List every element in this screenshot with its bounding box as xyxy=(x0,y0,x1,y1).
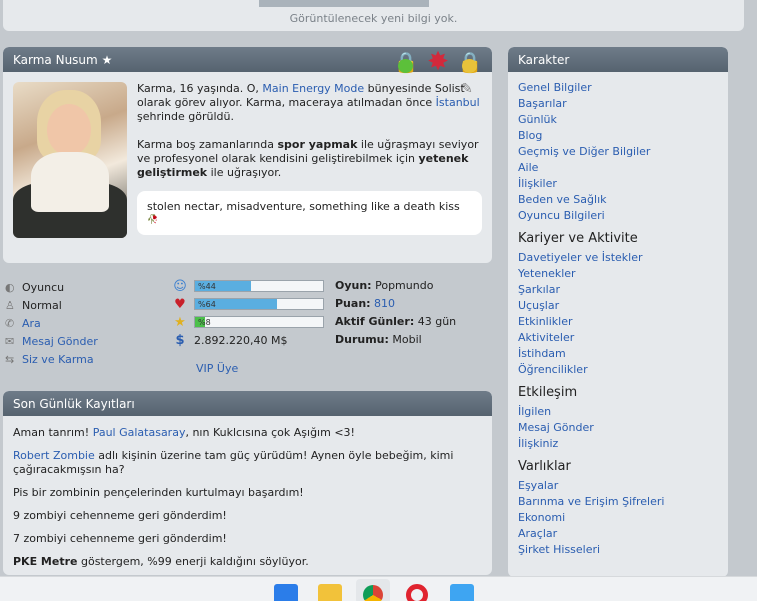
info-game: Oyun: Popmundo xyxy=(335,279,434,292)
bio-paragraph-1: Karma, 16 yaşında. O, Main Energy Mode b… xyxy=(137,82,480,123)
vip-link[interactable]: VIP Üye xyxy=(196,362,238,375)
chrome-icon[interactable] xyxy=(356,579,390,601)
phone-icon: ✆ xyxy=(5,316,15,330)
sidebar-section-title: Varlıklar xyxy=(518,459,571,474)
sidebar-section-title: Etkileşim xyxy=(518,385,578,400)
sidebar-link[interactable]: İlgilen xyxy=(518,404,718,420)
sidebar-link[interactable]: Eşyalar xyxy=(518,478,718,494)
player-link[interactable]: Paul Galatasaray xyxy=(93,426,186,439)
smiley-icon: ☺ xyxy=(173,278,187,294)
diary-panel: Son Günlük Kayıtları Aman tanrım! Paul G… xyxy=(3,391,492,575)
sidebar-link[interactable]: Etkinlikler xyxy=(518,314,718,330)
stat-player: ◐ Oyuncu xyxy=(5,280,65,294)
stat-normal: ♙ Normal xyxy=(5,298,62,312)
sidebar-link[interactable]: Aktiviteler xyxy=(518,330,718,346)
sidebar-link[interactable]: Günlük xyxy=(518,112,718,128)
star-bar-row: ★ %8 xyxy=(170,313,324,331)
star-bar: %8 xyxy=(194,316,324,328)
sidebar-link[interactable]: Araçlar xyxy=(518,526,718,542)
rose-icon: 🥀 xyxy=(147,215,159,225)
band-link[interactable]: Main Energy Mode xyxy=(262,82,364,95)
sidebar-link[interactable]: Şarkılar xyxy=(518,282,718,298)
person-icon: ♙ xyxy=(5,298,15,312)
diary-entry: 7 zombiyi cehenneme geri gönderdim! xyxy=(13,532,227,545)
mood-bar: %44 xyxy=(194,280,324,292)
send-message-link[interactable]: ✉ Mesaj Gönder xyxy=(5,332,98,350)
info-points: Puan: 810 xyxy=(335,297,396,310)
relationship-link[interactable]: ⇆ Siz ve Karma xyxy=(5,350,98,368)
sidebar-link[interactable]: Aile xyxy=(518,160,718,176)
character-sidebar: Karakter Genel Bilgiler Başarılar Günlük Bl… xyxy=(508,47,728,577)
diary-entry: Pis bir zombinin pençelerinden kurtulmay… xyxy=(13,486,304,499)
money-row: $ 2.892.220,40 M$ xyxy=(170,331,324,349)
profile-title: Karma Nusum xyxy=(13,53,98,67)
lock-green-icon[interactable]: 🔒 xyxy=(392,47,420,77)
app-icon[interactable] xyxy=(450,584,474,601)
diary-entry: PKE Metre göstergem, %99 enerji kaldığın… xyxy=(13,555,309,568)
sidebar-link[interactable]: Mesaj Gönder xyxy=(518,420,718,436)
sidebar-header: Karakter xyxy=(508,47,728,72)
active-tab-indicator xyxy=(259,0,429,7)
sidebar-link[interactable]: İstihdam xyxy=(518,346,718,362)
health-bar: %64 xyxy=(194,298,324,310)
status-bars: ☺ %44 ♥ %64 ★ %8 $ 2.892.220,40 M$ xyxy=(170,277,324,349)
file-explorer-icon[interactable] xyxy=(318,584,342,601)
player-link[interactable]: Robert Zombie xyxy=(13,449,95,462)
sidebar-link[interactable]: Uçuşlar xyxy=(518,298,718,314)
profile-bio: Karma, 16 yaşında. O, Main Energy Mode b… xyxy=(137,82,482,194)
sidebar-link[interactable]: İlişkiler xyxy=(518,176,718,192)
sidebar-link[interactable]: Beden ve Sağlık xyxy=(518,192,718,208)
sidebar-link[interactable]: Genel Bilgiler xyxy=(518,80,718,96)
star-icon: ★ xyxy=(101,53,113,67)
envelope-icon: ✉ xyxy=(5,334,15,348)
sidebar-section-title: Kariyer ve Aktivite xyxy=(518,231,638,246)
heart-icon: ♥ xyxy=(174,296,186,312)
sidebar-link[interactable]: İlişkiniz xyxy=(518,436,718,452)
city-link[interactable]: İstanbul xyxy=(436,96,480,109)
player-info: Oyun: Popmundo Puan: 810 Aktif Günler: 4… xyxy=(335,277,456,349)
swap-icon: ⇆ xyxy=(5,352,15,366)
opera-icon[interactable] xyxy=(406,584,428,601)
call-link[interactable]: ✆ Ara xyxy=(5,314,98,332)
taskbar xyxy=(0,576,757,601)
info-status: Durumu: Mobil xyxy=(335,333,422,346)
sidebar-link[interactable]: Davetiyeler ve İstekler xyxy=(518,250,718,266)
sidebar-link[interactable]: Barınma ve Erişim Şifreleri xyxy=(518,494,718,510)
windows-start-icon[interactable] xyxy=(274,584,298,601)
diary-entry: Aman tanrım! Paul Galatasaray, nın Kuklc… xyxy=(13,426,355,439)
sidebar-link[interactable]: Geçmiş ve Diğer Bilgiler xyxy=(518,144,718,160)
sidebar-link[interactable]: Blog xyxy=(518,128,718,144)
sidebar-link[interactable]: Oyuncu Bilgileri xyxy=(518,208,718,224)
money-value: 2.892.220,40 M$ xyxy=(194,333,288,347)
sidebar-menu: Genel Bilgiler Başarılar Günlük Blog Geçmiş … xyxy=(508,72,728,558)
notification-strip: Görüntülenecek yeni bilgi yok. xyxy=(3,0,744,31)
info-active-days: Aktif Günler: 43 gün xyxy=(335,315,457,328)
sidebar-link[interactable]: Öğrencilikler xyxy=(518,362,718,378)
diary-entry: 9 zombiyi cehenneme geri gönderdim! xyxy=(13,509,227,522)
diary-entry: Robert Zombie adlı kişinin üzerine tam g… xyxy=(13,449,454,476)
bio-paragraph-2: Karma boş zamanlarında spor yapmak ile u… xyxy=(137,138,479,179)
diary-entries: Aman tanrım! Paul Galatasaray, nın Kuklc… xyxy=(3,416,492,569)
badge-group: 🔒 ✸ 🔒 xyxy=(392,47,484,77)
dollar-icon: $ xyxy=(175,332,185,348)
player-stats-list: ◐ Oyuncu ♙ Normal ✆ Ara ✉ Mesaj Gönder ⇆ Siz … xyxy=(5,278,98,368)
globe-icon: ◐ xyxy=(5,280,15,294)
star-icon: ★ xyxy=(174,314,186,330)
health-bar-row: ♥ %64 xyxy=(170,295,324,313)
sidebar-link[interactable]: Başarılar xyxy=(518,96,718,112)
sidebar-link[interactable]: Yetenekler xyxy=(518,266,718,282)
avatar xyxy=(13,82,127,238)
points-link[interactable]: 810 xyxy=(374,297,395,310)
diary-header: Son Günlük Kayıtları xyxy=(3,391,492,416)
profile-panel: Karma Nusum ★ 🔒 ✸ 🔒 ✎ Karma, 16 yaşında.… xyxy=(3,47,492,263)
red-star-icon[interactable]: ✸ xyxy=(424,47,452,77)
sidebar-link[interactable]: Şirket Hisseleri xyxy=(518,542,718,558)
sidebar-link[interactable]: Ekonomi xyxy=(518,510,718,526)
mood-bar-row: ☺ %44 xyxy=(170,277,324,295)
profile-quote: stolen nectar, misadventure, something l… xyxy=(137,191,482,235)
no-news-message: Görüntülenecek yeni bilgi yok. xyxy=(289,12,458,25)
lock-yellow-icon[interactable]: 🔒 xyxy=(456,47,484,77)
